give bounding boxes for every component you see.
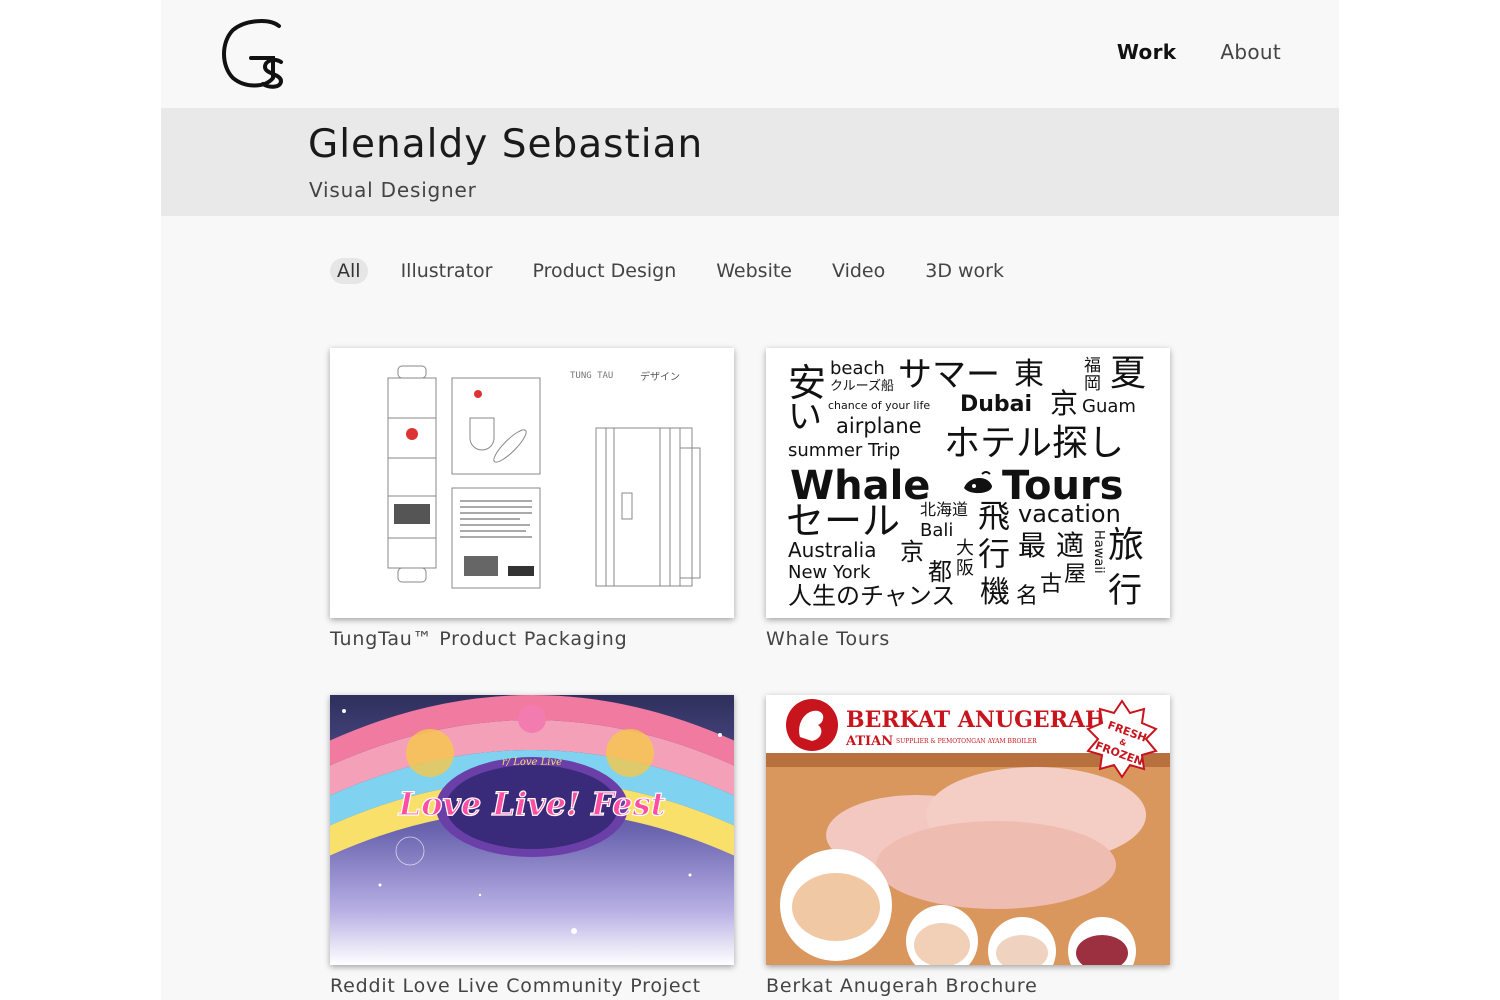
packaging-dieline-image: TUNG TAU デザイン <box>387 365 701 589</box>
thumb-text: デザイン <box>640 370 680 383</box>
thumb-text: beach <box>830 358 885 379</box>
thumb-text: ホテル探し <box>944 423 1125 464</box>
thumb-text: 京 <box>900 538 924 566</box>
thumb-text: chance of your life <box>828 399 931 412</box>
project-thumbnail[interactable]: r/ Love Live Love Live! Fest <box>330 695 734 965</box>
thumb-text: 福 <box>1084 356 1101 376</box>
thumb-text: 最 <box>1018 529 1047 562</box>
whale-icon <box>964 471 992 494</box>
thumb-text: 古 <box>1040 572 1063 597</box>
category-filters: All Illustrator Product Design Website V… <box>330 258 1037 284</box>
thumb-text: サマー <box>898 355 1000 395</box>
love-live-artwork: r/ Love Live Love Live! Fest <box>330 695 734 965</box>
project-caption[interactable]: Berkat Anugerah Brochure <box>766 975 1170 997</box>
thumb-text: 旅 <box>1108 525 1145 566</box>
designer-title: Visual Designer <box>309 178 477 202</box>
nav-about[interactable]: About <box>1220 40 1281 64</box>
header: Work About <box>161 0 1339 108</box>
thumb-text: 機 <box>980 575 1010 610</box>
brochure-artwork: BERKAT ANUGERAH ATIAN SUPPLIER & PEMOTON… <box>766 695 1170 965</box>
thumb-text: クルーズ船 <box>830 379 894 394</box>
thumb-text: BERKAT ANUGERAH <box>846 707 1106 733</box>
filter-video[interactable]: Video <box>825 258 892 284</box>
thumb-text: Australia <box>788 538 877 562</box>
project-thumbnail[interactable]: BERKAT ANUGERAH ATIAN SUPPLIER & PEMOTON… <box>766 695 1170 965</box>
thumb-text: 大 <box>956 538 974 559</box>
project-card[interactable]: BERKAT ANUGERAH ATIAN SUPPLIER & PEMOTON… <box>766 695 1170 997</box>
thumb-text: 名 <box>1016 584 1039 609</box>
thumb-text: 都 <box>928 558 952 586</box>
thumb-text: 行 <box>978 535 1011 573</box>
thumb-text: 飛 <box>978 497 1011 535</box>
project-thumbnail[interactable]: TUNG TAU デザイン <box>330 348 734 618</box>
thumb-text: 岡 <box>1084 374 1101 394</box>
thumb-text: Love Live! Fest <box>398 785 666 823</box>
thumb-text: Guam <box>1082 396 1136 417</box>
project-caption[interactable]: Reddit Love Live Community Project <box>330 975 734 997</box>
designer-name: Glenaldy Sebastian <box>308 122 704 167</box>
thumb-text: い <box>788 397 822 437</box>
filter-website[interactable]: Website <box>709 258 799 284</box>
thumb-text: 阪 <box>956 558 974 579</box>
main-nav: Work About <box>1117 40 1281 64</box>
thumb-text: 京 <box>1050 387 1079 420</box>
project-caption[interactable]: Whale Tours <box>766 628 1170 650</box>
thumb-text: airplane <box>836 414 922 438</box>
gs-logo-icon <box>222 19 284 89</box>
thumb-text: New York <box>788 562 871 583</box>
project-card[interactable]: TUNG TAU デザイン TungTau™ Product Packaging <box>330 348 734 650</box>
logo[interactable] <box>217 18 287 90</box>
thumb-text: TUNG TAU <box>570 371 613 381</box>
project-card[interactable]: r/ Love Live Love Live! Fest Reddit Love… <box>330 695 734 997</box>
filter-illustrator[interactable]: Illustrator <box>394 258 500 284</box>
filter-all[interactable]: All <box>330 258 368 284</box>
thumb-text: 東 <box>1014 357 1044 392</box>
thumb-text: 夏 <box>1110 353 1147 394</box>
thumb-text: ATIAN <box>845 734 893 749</box>
hero-banner: Glenaldy Sebastian Visual Designer <box>161 108 1339 216</box>
project-caption[interactable]: TungTau™ Product Packaging <box>330 628 734 650</box>
portfolio-page: Work About Glenaldy Sebastian Visual Des… <box>161 0 1339 1000</box>
thumb-text: Dubai <box>960 392 1033 417</box>
thumb-text: summer Trip <box>788 440 901 461</box>
thumb-text: セール <box>786 499 901 543</box>
project-thumbnail[interactable]: 安 beach クルーズ船 サマー 東 福 岡 夏 い chance of yo… <box>766 348 1170 618</box>
thumb-text: SUPPLIER & PEMOTONGAN AYAM BROILER <box>896 738 1037 745</box>
thumb-text: 北海道 <box>920 500 969 519</box>
thumb-text: 屋 <box>1064 562 1087 587</box>
thumb-text: Bali <box>920 520 954 541</box>
thumb-text: 適 <box>1056 529 1085 562</box>
nav-work[interactable]: Work <box>1117 40 1176 64</box>
thumb-text: 行 <box>1108 571 1142 611</box>
filter-3d-work[interactable]: 3D work <box>918 258 1011 284</box>
project-card[interactable]: 安 beach クルーズ船 サマー 東 福 岡 夏 い chance of yo… <box>766 348 1170 650</box>
filter-product-design[interactable]: Product Design <box>525 258 683 284</box>
thumb-text: r/ Love Live <box>502 757 562 768</box>
thumb-text: vacation <box>1018 500 1121 528</box>
thumb-text: Hawaii <box>1091 530 1106 574</box>
thumb-text: 人生のチャンス <box>788 582 956 610</box>
